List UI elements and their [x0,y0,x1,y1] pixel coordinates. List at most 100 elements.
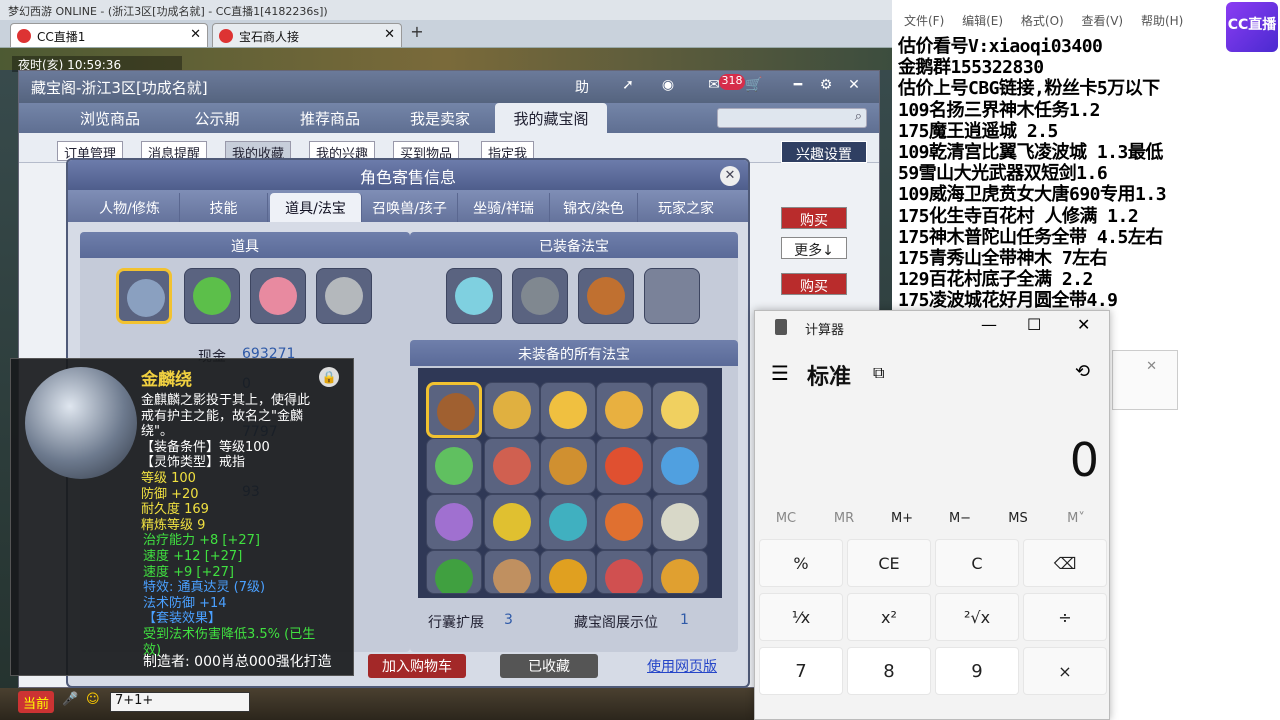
treasure-slot[interactable] [426,438,482,494]
interest-settings-button[interactable]: 兴趣设置 [781,141,867,163]
treasure-slot[interactable] [512,268,568,324]
tab-home[interactable]: 玩家之家 [638,193,734,222]
minimize-icon[interactable]: ━ [787,77,809,97]
close-tab-icon[interactable]: ✕ [190,27,201,42]
calc-key[interactable]: 7 [759,647,843,695]
treasure-slot[interactable] [484,438,540,494]
nav-recommended[interactable]: 推荐商品 [287,103,373,133]
tab-pets[interactable]: 召唤兽/孩子 [362,193,458,222]
buy-button-2[interactable]: 购买 [781,273,847,295]
help-icon[interactable]: 助 [571,77,593,97]
close-tab-icon[interactable]: ✕ [384,27,395,42]
tab-costume[interactable]: 锦衣/染色 [550,193,638,222]
treasure-slot[interactable] [484,494,540,550]
treasure-icon [493,559,531,593]
cart-icon[interactable]: 🛒 [743,77,765,97]
mem-add-button[interactable]: M+ [873,511,931,526]
calc-key[interactable]: ²√x [935,593,1019,641]
calc-key[interactable]: 9 [935,647,1019,695]
nav-browse[interactable]: 浏览商品 [67,103,153,133]
chat-input[interactable]: 7+1+ [110,692,250,712]
treasure-slot[interactable] [540,494,596,550]
tab-mounts[interactable]: 坐骑/祥瑞 [458,193,550,222]
calc-key[interactable]: ¹⁄x [759,593,843,641]
browser-tab-gem[interactable]: 宝石商人接 ✕ [212,23,402,47]
item-slot[interactable] [250,268,306,324]
nav-seller[interactable]: 我是卖家 [397,103,483,133]
hamburger-menu-icon[interactable]: ☰ [771,361,789,385]
browser-tab-cc[interactable]: CC直播1 ✕ [10,23,208,47]
calc-key[interactable]: ⌫ [1023,539,1107,587]
mem-recall-button: MR [833,511,855,526]
dialog-close-icon[interactable]: ✕ [720,166,740,186]
treasure-slot[interactable] [652,550,708,594]
share-icon[interactable]: ➚ [617,77,639,97]
treasure-slot[interactable] [596,494,652,550]
treasure-slot-empty[interactable] [644,268,700,324]
maximize-icon[interactable]: ☐ [1027,315,1041,334]
treasure-icon [605,391,643,429]
calc-key[interactable]: CE [847,539,931,587]
menu-help[interactable]: 帮助(H) [1141,14,1183,28]
settings-gear-icon[interactable]: ⚙ [815,77,837,97]
treasure-slot[interactable] [652,382,708,438]
menu-edit[interactable]: 编辑(E) [962,14,1003,28]
treasure-slot[interactable] [484,550,540,594]
treasure-slot[interactable] [540,382,596,438]
emoji-icon[interactable]: ☺ [86,692,100,707]
mic-icon[interactable]: 🎤 [62,692,78,707]
treasure-slot[interactable] [426,382,482,438]
item-slot[interactable] [316,268,372,324]
calc-key[interactable]: 8 [847,647,931,695]
keep-on-top-icon[interactable]: ⧉ [873,363,884,383]
tab-character[interactable]: 人物/修炼 [80,193,180,222]
favorited-button[interactable]: 已收藏 [500,654,598,678]
history-icon[interactable]: ⟲ [1075,361,1090,382]
calc-key[interactable]: C [935,539,1019,587]
nav-public[interactable]: 公示期 [177,103,257,133]
bag-expand-label: 行囊扩展 [428,615,484,631]
mem-subtract-button[interactable]: M− [931,511,989,526]
close-icon[interactable]: ✕ [1077,315,1090,334]
record-icon[interactable]: ◉ [657,77,679,97]
web-version-link[interactable]: 使用网页版 [638,654,726,678]
calculator-app-icon [775,319,787,335]
treasure-slot[interactable] [596,438,652,494]
tab-items[interactable]: 道具/法宝 [270,193,362,222]
close-icon[interactable]: ✕ [843,77,865,97]
item-slot-ring[interactable] [116,268,172,324]
menu-format[interactable]: 格式(O) [1021,14,1064,28]
calc-key[interactable]: × [1023,647,1107,695]
nav-my-cbg[interactable]: 我的藏宝阁 [495,103,607,133]
new-tab-button[interactable]: + [408,24,426,42]
drum-icon [587,277,625,315]
tab-skills[interactable]: 技能 [180,193,268,222]
add-to-cart-button[interactable]: 加入购物车 [368,654,466,678]
treasure-slot[interactable] [426,550,482,594]
item-slot[interactable] [184,268,240,324]
buy-button[interactable]: 购买 [781,207,847,229]
menu-view[interactable]: 查看(V) [1082,14,1124,28]
cbg-search-input[interactable]: ⌕ [717,108,867,128]
treasure-slot[interactable] [484,382,540,438]
treasure-slot[interactable] [426,494,482,550]
treasure-slot[interactable] [652,494,708,550]
mem-store-button[interactable]: MS [989,511,1047,526]
search-icon[interactable]: ⌕ [855,109,862,124]
minimize-icon[interactable]: — [981,315,997,334]
treasure-slot[interactable] [446,268,502,324]
chat-channel-button[interactable]: 当前 [18,691,54,713]
close-icon[interactable]: ✕ [1146,359,1157,374]
treasure-slot[interactable] [540,550,596,594]
mem-list-button: M˅ [1067,511,1085,526]
treasure-slot[interactable] [596,550,652,594]
menu-file[interactable]: 文件(F) [904,14,944,28]
more-button[interactable]: 更多↓ [781,237,847,259]
calc-key[interactable]: ÷ [1023,593,1107,641]
treasure-slot[interactable] [652,438,708,494]
calc-key[interactable]: % [759,539,843,587]
treasure-slot[interactable] [596,382,652,438]
treasure-slot[interactable] [540,438,596,494]
treasure-slot[interactable] [578,268,634,324]
calc-key[interactable]: x² [847,593,931,641]
